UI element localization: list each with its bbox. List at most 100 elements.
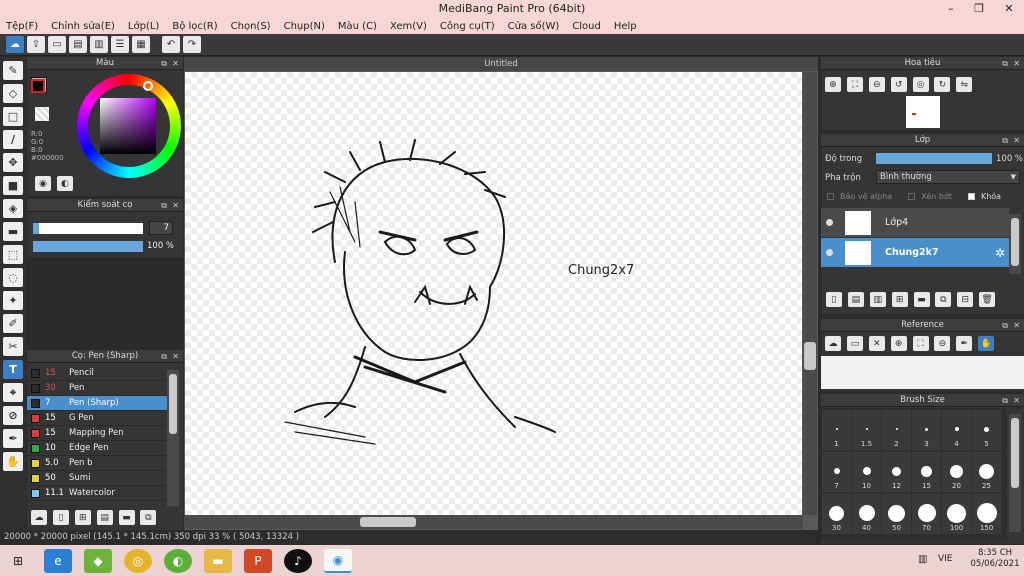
brush-size-cell[interactable]: 40 <box>852 494 881 534</box>
page-list-icon[interactable]: ☰ <box>111 36 129 53</box>
menu-cloud[interactable]: Cloud <box>572 21 601 32</box>
vertical-scrollbar[interactable] <box>803 72 817 515</box>
brush-size-cell[interactable]: 3 <box>912 410 941 450</box>
brush-size-cell[interactable]: 100 <box>942 494 971 534</box>
close-panel-icon[interactable]: ✕ <box>172 57 179 70</box>
merge-layer-icon[interactable]: ⧉ <box>935 292 952 307</box>
network-icon[interactable]: ▥ <box>918 554 927 565</box>
brush-size-cell[interactable]: 4 <box>942 410 971 450</box>
brush-size-cell[interactable]: 150 <box>972 494 1001 534</box>
delete-layer-icon[interactable]: 🗑 <box>979 292 996 307</box>
brush-cloud-icon[interactable]: ☁ <box>31 510 47 525</box>
brush-size-cell[interactable]: 30 <box>822 494 851 534</box>
brush-list-scrollbar[interactable] <box>167 370 179 506</box>
chat-icon[interactable]: ▤ <box>69 36 87 53</box>
language-indicator[interactable]: VIE <box>938 554 953 564</box>
menu-window[interactable]: Cửa số(W) <box>508 21 560 32</box>
brush-size-cell[interactable]: 25 <box>972 452 1001 492</box>
close-panel-icon[interactable]: ✕ <box>1013 57 1020 70</box>
menu-view[interactable]: Xem(V) <box>390 21 427 32</box>
clock[interactable]: 8:35 CH 05/06/2021 <box>970 548 1020 570</box>
rotate-right-icon[interactable]: ↻ <box>934 77 951 92</box>
redo-icon[interactable]: ↷ <box>183 36 201 53</box>
brush-size-cell[interactable]: 5 <box>972 410 1001 450</box>
foreground-color-swatch[interactable] <box>31 79 45 93</box>
menu-file[interactable]: Tệp(F) <box>6 21 38 32</box>
brush-tool-icon[interactable]: ✎ <box>3 61 23 80</box>
close-panel-icon[interactable]: ✕ <box>1013 134 1020 147</box>
move-tool-icon[interactable]: ✥ <box>3 153 23 172</box>
internet-explorer-icon[interactable]: e <box>44 548 72 573</box>
brush-item[interactable]: 50 Sumi <box>27 471 167 486</box>
menu-layer[interactable]: Lớp(L) <box>128 21 159 32</box>
brush-size-value[interactable]: 7 <box>149 221 173 235</box>
menu-color[interactable]: Màu (C) <box>338 21 377 32</box>
zoom-fit-icon[interactable]: ⛶ <box>846 77 863 92</box>
undo-icon[interactable]: ↶ <box>162 36 180 53</box>
reference-picker-icon[interactable]: ✒ <box>956 336 973 351</box>
hue-handle[interactable] <box>143 81 153 91</box>
close-panel-icon[interactable]: ✕ <box>172 199 179 212</box>
menu-help[interactable]: Help <box>614 21 637 32</box>
new-layer-icon[interactable]: ▯ <box>826 292 842 307</box>
zoom-in-icon[interactable]: ⊕ <box>825 77 841 92</box>
gradient-tool-icon[interactable]: ▬ <box>3 222 23 241</box>
rotate-left-icon[interactable]: ↺ <box>890 77 907 92</box>
reference-open-icon[interactable]: ▭ <box>846 336 863 351</box>
new-layer-1bit-icon[interactable]: ▥ <box>869 292 886 307</box>
undock-icon[interactable]: ⧉ <box>161 57 167 70</box>
menu-filter[interactable]: Bộ lọc(R) <box>172 21 217 32</box>
blend-mode-select[interactable]: Bình thường ▼ <box>876 170 1020 184</box>
add-layer-icon[interactable]: ⊞ <box>891 292 908 307</box>
menu-snap[interactable]: Chụp(N) <box>284 21 325 32</box>
pen-tool-icon[interactable]: ∕ <box>3 130 23 149</box>
eye-icon[interactable] <box>826 219 833 226</box>
share-icon[interactable]: ⇪ <box>27 36 45 53</box>
hand-tool-icon[interactable]: ✋ <box>3 452 23 471</box>
brush-size-cell[interactable]: 70 <box>912 494 941 534</box>
divide-tool-icon[interactable]: ⌖ <box>3 383 23 402</box>
zoom-out-icon[interactable]: ⊖ <box>868 77 885 92</box>
close-panel-icon[interactable]: ✕ <box>1013 319 1020 332</box>
rotate-reset-icon[interactable]: ◎ <box>912 77 929 92</box>
undock-icon[interactable]: ⧉ <box>1002 394 1008 407</box>
flip-icon[interactable]: ⇋ <box>956 77 973 92</box>
chrome-icon[interactable]: ◎ <box>124 548 152 573</box>
bluestacks-icon[interactable]: ◆ <box>84 548 112 573</box>
brush-duplicate-icon[interactable]: ⧉ <box>140 510 157 525</box>
brush-item[interactable]: 5.0 Pen b <box>27 456 167 471</box>
layer-folder-icon[interactable]: ▬ <box>913 292 930 307</box>
undock-icon[interactable]: ⧉ <box>1002 57 1008 70</box>
menu-tools[interactable]: Công cụ(T) <box>440 21 495 32</box>
lasso-icon[interactable]: ◌ <box>3 268 23 287</box>
protect-alpha-checkbox[interactable] <box>827 193 834 200</box>
eyedropper-icon[interactable]: ⊘ <box>3 406 23 425</box>
brush-size-cell[interactable]: 10 <box>852 452 881 492</box>
undock-icon[interactable]: ⧉ <box>1002 134 1008 147</box>
undock-icon[interactable]: ⧉ <box>1002 319 1008 332</box>
select-eraser-icon[interactable]: ✂ <box>3 337 23 356</box>
undock-icon[interactable]: ⧉ <box>161 350 167 363</box>
reference-hand-icon[interactable]: ✋ <box>978 336 995 351</box>
brush-size-cell[interactable]: 12 <box>882 452 911 492</box>
cloud-icon[interactable]: ☁ <box>6 36 24 53</box>
brush-size-cell[interactable]: 1 <box>822 410 851 450</box>
brush-new-icon[interactable]: ▯ <box>52 510 69 525</box>
undock-icon[interactable]: ⧉ <box>161 199 167 212</box>
powerpoint-icon[interactable]: P <box>244 548 272 573</box>
dot-tool-icon[interactable]: □ <box>3 107 23 126</box>
lock-checkbox[interactable] <box>967 193 975 200</box>
text-tool-icon[interactable]: T <box>3 360 23 379</box>
brush-size-cell[interactable]: 20 <box>942 452 971 492</box>
brush-folder-icon[interactable]: ▬ <box>118 510 135 525</box>
comment-icon[interactable]: ▭ <box>48 36 66 53</box>
brush-size-cell[interactable]: 50 <box>882 494 911 534</box>
file-explorer-icon[interactable]: ▬ <box>204 548 232 573</box>
brush-item[interactable]: 11.1 Watercolor <box>27 486 167 501</box>
reference-cloud-icon[interactable]: ☁ <box>825 336 841 351</box>
brush-size-cell[interactable]: 15 <box>912 452 941 492</box>
windows-start-icon[interactable]: ⊞ <box>4 549 32 573</box>
brush-size-cell[interactable]: 7 <box>822 452 851 492</box>
drawing-canvas[interactable]: Chung2x7 <box>185 72 802 515</box>
close-panel-icon[interactable]: ✕ <box>1013 394 1020 407</box>
